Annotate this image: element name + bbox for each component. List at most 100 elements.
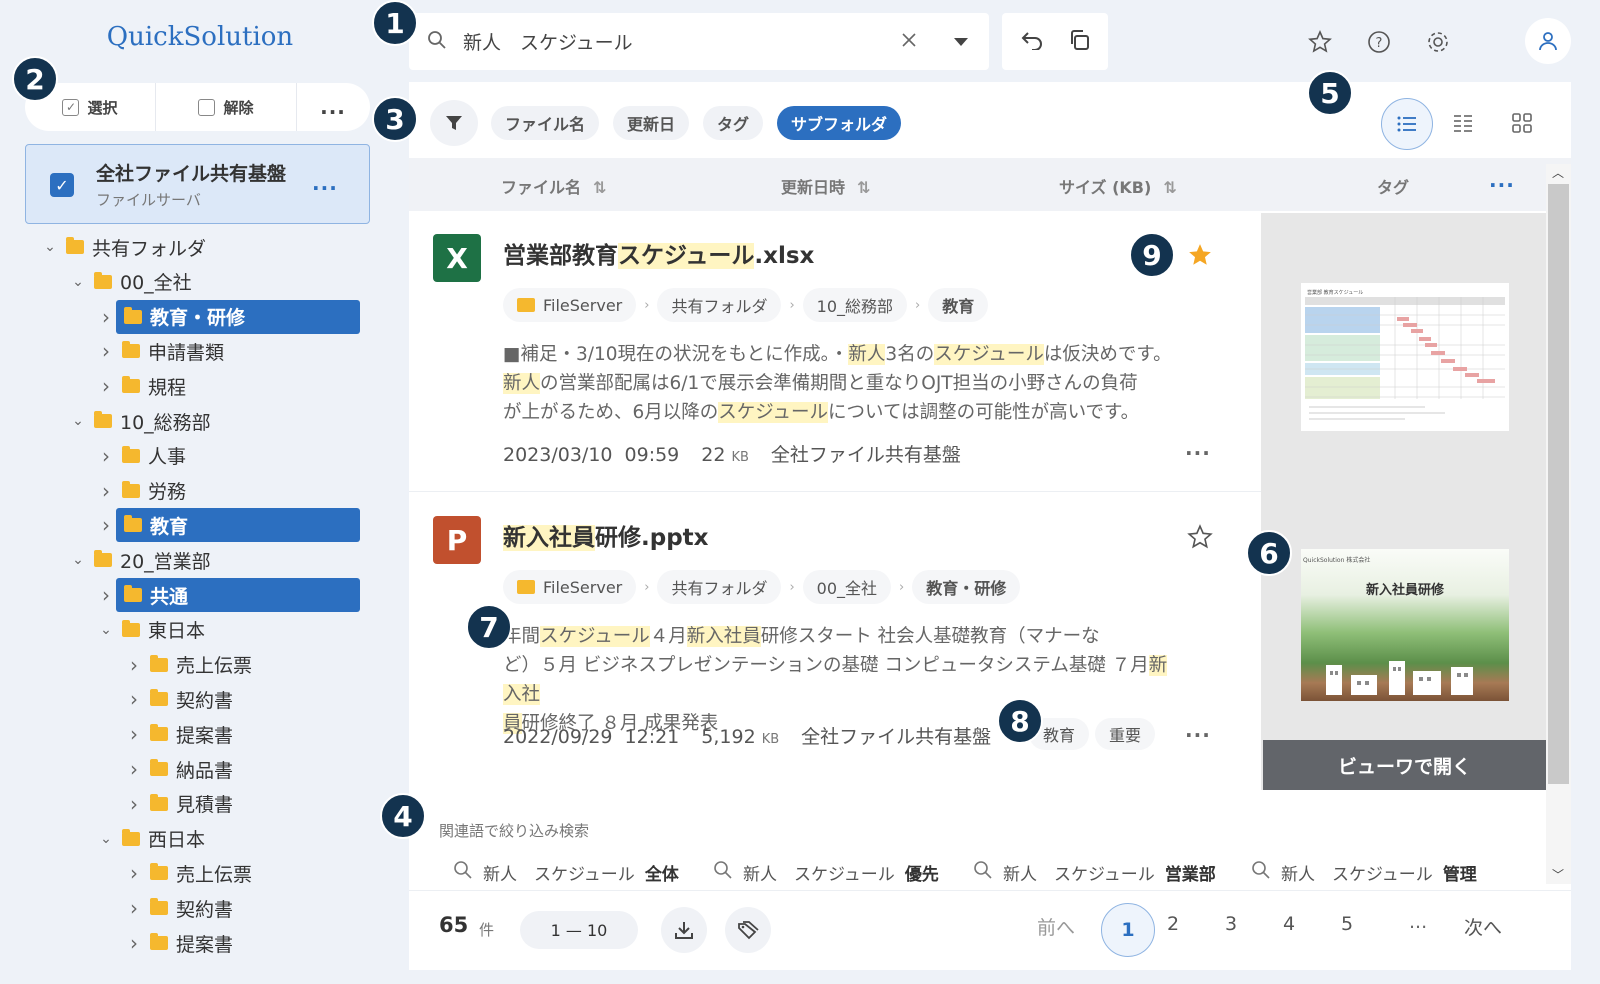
- tree-item[interactable]: › 申請書類: [96, 334, 232, 368]
- scrollbar-thumb[interactable]: [1548, 184, 1569, 784]
- chevron-right-icon[interactable]: ›: [96, 583, 116, 607]
- chevron-right-icon[interactable]: ›: [124, 653, 144, 677]
- chevron-right-icon[interactable]: ›: [96, 444, 116, 468]
- tree-item[interactable]: › 契約書: [124, 682, 241, 716]
- search-input[interactable]: [463, 30, 883, 53]
- scroll-down-icon[interactable]: ﹀: [1552, 866, 1564, 883]
- chevron-down-icon[interactable]: ⌄: [96, 622, 116, 638]
- tree-item[interactable]: ⌄ 西日本: [96, 822, 213, 856]
- tree-item[interactable]: ⌄ 共有フォルダ: [40, 230, 214, 264]
- page-number-button[interactable]: 5: [1341, 913, 1353, 935]
- selection-more-button[interactable]: ...: [297, 83, 369, 131]
- prev-page-button[interactable]: 前へ: [1037, 913, 1075, 940]
- list-view-button[interactable]: [1381, 98, 1433, 150]
- path-segment[interactable]: FileServer: [503, 570, 637, 604]
- chevron-down-icon[interactable]: ⌄: [68, 413, 88, 429]
- path-segment[interactable]: 10_総務部: [802, 288, 908, 322]
- tree-item[interactable]: › 労務: [96, 474, 194, 508]
- star-outline-icon[interactable]: [1187, 524, 1213, 554]
- tag-button[interactable]: [725, 907, 771, 953]
- chevron-down-icon[interactable]: ⌄: [40, 239, 60, 255]
- slide-thumbnail[interactable]: QuickSolution 株式会社 新入社員研修: [1301, 549, 1509, 701]
- tree-item[interactable]: › 教育: [96, 508, 360, 543]
- chevron-right-icon[interactable]: ›: [96, 374, 116, 398]
- tree-item[interactable]: › 売上伝票: [124, 856, 260, 890]
- tree-item[interactable]: ⌄ 東日本: [96, 613, 213, 647]
- grid-view-icon[interactable]: [1512, 113, 1532, 137]
- result-more-button[interactable]: ...: [1185, 718, 1211, 742]
- copy-icon[interactable]: [1068, 29, 1090, 55]
- result-source[interactable]: 全社ファイル共有基盤: [771, 440, 961, 467]
- chevron-down-icon[interactable]: ⌄: [68, 274, 88, 290]
- tree-item[interactable]: › 契約書: [124, 891, 241, 925]
- page-number-button[interactable]: 2: [1167, 913, 1179, 935]
- chevron-right-icon[interactable]: ›: [96, 479, 116, 503]
- root-checkbox[interactable]: ✓: [50, 173, 74, 197]
- result-source[interactable]: 全社ファイル共有基盤: [801, 722, 991, 749]
- path-segment[interactable]: 教育・研修: [912, 570, 1021, 604]
- results-scrollbar[interactable]: ︿ ﹀: [1546, 164, 1571, 884]
- chevron-down-icon[interactable]: ⌄: [96, 831, 116, 847]
- tree-item[interactable]: ⌄ 20_営業部: [68, 543, 219, 577]
- filter-chip[interactable]: サブフォルダ: [777, 106, 902, 140]
- deselect-button[interactable]: 解除: [156, 83, 296, 131]
- tree-item[interactable]: ⌄ 10_総務部: [68, 404, 219, 438]
- column-updated-header[interactable]: 更新日時 ⇅: [781, 174, 870, 198]
- chevron-right-icon[interactable]: ›: [124, 687, 144, 711]
- tree-item[interactable]: › 納品書: [124, 752, 241, 786]
- chevron-right-icon[interactable]: ›: [124, 931, 144, 955]
- search-dropdown-icon[interactable]: [953, 32, 969, 51]
- tree-item[interactable]: › 規程: [96, 369, 194, 403]
- path-segment[interactable]: 共有フォルダ: [657, 570, 782, 604]
- page-number-button[interactable]: 4: [1283, 913, 1295, 935]
- column-name-header[interactable]: ファイル名 ⇅: [501, 174, 606, 198]
- columns-more-button[interactable]: ...: [1489, 168, 1515, 192]
- scroll-up-icon[interactable]: ︿: [1552, 164, 1564, 181]
- download-button[interactable]: [661, 907, 707, 953]
- undo-icon[interactable]: [1020, 30, 1044, 54]
- tree-item[interactable]: › 人事: [96, 439, 194, 473]
- tree-item[interactable]: › 提案書: [124, 717, 241, 751]
- next-page-button[interactable]: 次へ: [1464, 913, 1502, 940]
- chevron-right-icon[interactable]: ›: [96, 513, 116, 537]
- tree-item[interactable]: › 売上伝票: [124, 648, 260, 682]
- related-search-item[interactable]: 新人 スケジュール 管理: [1251, 860, 1477, 885]
- star-filled-icon[interactable]: [1187, 242, 1213, 272]
- page-range-select[interactable]: 1 — 10: [520, 911, 638, 949]
- tree-item[interactable]: › 提案書: [124, 926, 241, 960]
- column-size-header[interactable]: サイズ (KB) ⇅: [1059, 174, 1177, 198]
- tree-item[interactable]: › 共通: [96, 578, 360, 612]
- chevron-right-icon[interactable]: ›: [96, 339, 116, 363]
- result-more-button[interactable]: ...: [1185, 436, 1211, 460]
- chevron-right-icon[interactable]: ›: [124, 861, 144, 885]
- user-avatar[interactable]: [1525, 18, 1571, 64]
- result-tag[interactable]: 重要: [1095, 718, 1156, 750]
- tree-item[interactable]: › 教育・研修: [96, 299, 360, 334]
- page-number-button[interactable]: 3: [1225, 913, 1237, 935]
- path-segment[interactable]: 教育: [928, 288, 989, 322]
- root-more-button[interactable]: ...: [312, 171, 338, 195]
- spreadsheet-thumbnail[interactable]: 営業部 教育スケジュール: [1301, 283, 1509, 431]
- tree-item[interactable]: › 見積書: [124, 787, 241, 821]
- path-segment[interactable]: 共有フォルダ: [657, 288, 782, 322]
- chevron-right-icon[interactable]: ›: [124, 792, 144, 816]
- root-repository-card[interactable]: ✓ 全社ファイル共有基盤 ファイルサーバ ...: [25, 144, 370, 224]
- chevron-right-icon[interactable]: ›: [124, 896, 144, 920]
- filter-chip[interactable]: 更新日: [613, 106, 690, 140]
- related-search-item[interactable]: 新人 スケジュール 営業部: [973, 860, 1216, 885]
- result-row[interactable]: P 新入社員研修.pptx FileServer › 共有フォルダ › 00_全社 › 教育・研…: [409, 494, 1261, 776]
- page-number-button[interactable]: 1: [1101, 903, 1155, 957]
- chevron-right-icon[interactable]: ›: [124, 722, 144, 746]
- chevron-down-icon[interactable]: ⌄: [68, 552, 88, 568]
- chevron-right-icon[interactable]: ›: [124, 757, 144, 781]
- path-segment[interactable]: FileServer: [503, 288, 637, 322]
- result-title[interactable]: 新入社員研修.pptx: [503, 518, 709, 552]
- favorites-star-icon[interactable]: [1308, 30, 1332, 58]
- tree-item[interactable]: ⌄ 00_全社: [68, 265, 200, 299]
- related-search-item[interactable]: 新人 スケジュール 優先: [713, 860, 939, 885]
- settings-gear-icon[interactable]: [1426, 30, 1450, 58]
- path-segment[interactable]: 00_全社: [802, 570, 892, 604]
- chevron-right-icon[interactable]: ›: [96, 305, 116, 329]
- result-title[interactable]: 営業部教育スケジュール.xlsx: [503, 236, 814, 270]
- filter-chip[interactable]: ファイル名: [491, 106, 600, 140]
